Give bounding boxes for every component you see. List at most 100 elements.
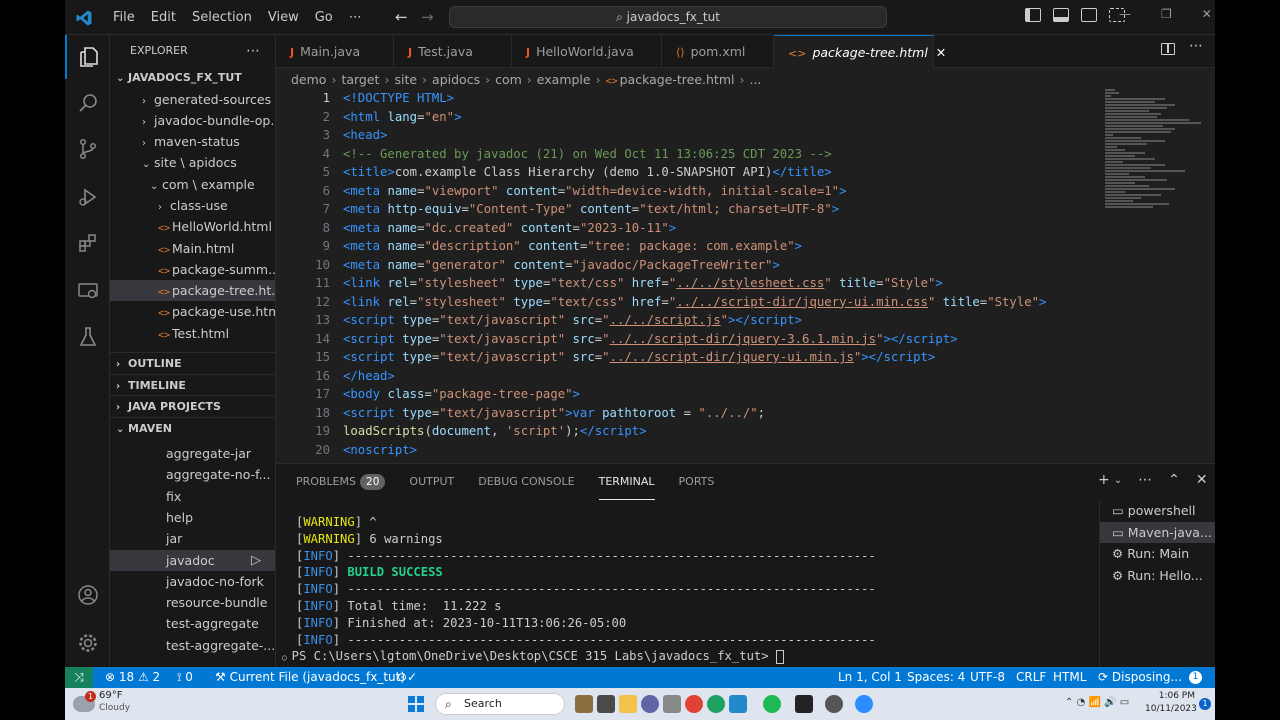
code-line[interactable]: <link rel="stylesheet" type="text/css" h… (343, 276, 943, 290)
breadcrumb-item[interactable]: example (537, 72, 591, 87)
remote-explorer-icon[interactable] (65, 269, 110, 313)
teams-icon[interactable] (641, 695, 659, 713)
current-file-status[interactable]: ⚒ Current File (javadocs_fx_tut) (215, 667, 405, 688)
minimize-icon[interactable]: — (1119, 7, 1131, 21)
maven-goal[interactable]: javadoc-no-fork (110, 571, 275, 592)
minimap[interactable] (1105, 89, 1203, 239)
section-timeline[interactable]: › TIMELINE (110, 373, 275, 396)
restore-icon[interactable]: ❐ (1161, 7, 1172, 21)
tab-problems[interactable]: PROBLEMS 20 (296, 464, 386, 500)
explorer-icon[interactable] (65, 35, 110, 79)
task-view-icon[interactable] (597, 695, 615, 713)
code-line[interactable]: <title>com.example Class Hierarchy (demo… (343, 165, 832, 179)
tree-file[interactable]: <> package-summ... (110, 259, 275, 280)
section-maven[interactable]: ⌄ MAVEN (110, 416, 275, 439)
spotify-icon[interactable] (763, 695, 781, 713)
manage-gear-icon[interactable] (65, 621, 110, 665)
breadcrumb-item[interactable]: site (394, 72, 417, 87)
indentation[interactable]: Spaces: 4 (907, 667, 965, 688)
breadcrumb-item[interactable]: ... (749, 72, 761, 87)
workspace-root[interactable]: ⌄ JAVADOCS_FX_TUT (110, 67, 275, 89)
check-icon[interactable]: ⊙✓ (397, 667, 417, 688)
file-explorer-icon[interactable] (619, 695, 637, 713)
cursor-position[interactable]: Ln 1, Col 1 (838, 667, 902, 688)
code-line[interactable]: </head> (343, 369, 395, 383)
code-line[interactable]: <script type="text/javascript" src="../.… (343, 332, 958, 346)
breadcrumb-item[interactable]: target (341, 72, 379, 87)
new-terminal-icon[interactable]: + (1098, 472, 1110, 488)
menu-edit[interactable]: Edit (143, 0, 184, 35)
tab-ports[interactable]: PORTS (679, 464, 715, 500)
maven-goal[interactable]: aggregate-no-f... (110, 464, 275, 485)
code-line[interactable]: <!-- Generated by javadoc (21) on Wed Oc… (343, 147, 832, 161)
tab-debug-console[interactable]: DEBUG CONSOLE (478, 464, 574, 500)
clock-date[interactable]: 10/11/2023 (1145, 704, 1197, 714)
maven-goal[interactable]: help (110, 507, 275, 528)
toggle-secondary-sidebar-icon[interactable] (1081, 8, 1097, 22)
maven-goal[interactable]: aggregate-jar (110, 443, 275, 464)
toggle-panel-icon[interactable] (1053, 8, 1069, 22)
breadcrumb-item[interactable]: apidocs (432, 72, 480, 87)
menu-selection[interactable]: Selection (184, 0, 260, 35)
code-line[interactable]: <meta name="dc.created" content="2023-10… (343, 221, 676, 235)
close-panel-icon[interactable]: ✕ (1196, 472, 1208, 488)
mail-icon[interactable] (663, 695, 681, 713)
tab-test-java[interactable]: J Test.java (394, 35, 512, 68)
code-line[interactable]: <script type="text/javascript" src="../.… (343, 350, 935, 364)
chrome-icon[interactable] (685, 695, 703, 713)
run-goal-icon[interactable]: ▷ (251, 550, 261, 571)
menu-more[interactable]: ⋯ (341, 0, 370, 35)
terminal-instance[interactable]: ⚙ Run: Hello... (1100, 565, 1215, 587)
menu-go[interactable]: Go (307, 0, 341, 35)
problems-status[interactable]: ⊗ 18 ⚠ 2 (105, 667, 160, 688)
tree-folder[interactable]: ⌄ com \ example (110, 174, 275, 195)
source-control-icon[interactable] (65, 127, 110, 171)
widget-image-icon[interactable] (575, 695, 593, 713)
back-arrow-icon[interactable]: ← (395, 8, 408, 26)
tree-file[interactable]: <> package-tree.ht... (110, 280, 275, 302)
maximize-panel-icon[interactable]: ⌃ (1168, 472, 1180, 488)
terminal-instance[interactable]: ⚙ Run: Main (1100, 543, 1215, 565)
toggle-primary-sidebar-icon[interactable] (1025, 8, 1041, 22)
settings-taskbar-icon[interactable] (825, 695, 843, 713)
taskbar-search[interactable]: ⌕ Search (435, 693, 565, 715)
code-line[interactable]: <html lang="en"> (343, 110, 462, 124)
remote-indicator-icon[interactable]: ⤨ (65, 667, 93, 688)
tree-folder[interactable]: › generated-sources (110, 89, 275, 110)
tab-output[interactable]: OUTPUT (409, 464, 454, 500)
breadcrumb-item[interactable]: package-tree.html (620, 72, 735, 87)
testing-icon[interactable] (65, 315, 110, 359)
code-line[interactable]: <noscript> (343, 443, 417, 457)
task-status[interactable]: ⟳ Disposing... (1098, 667, 1182, 688)
code-line[interactable]: <script type="text/javascript">var patht… (343, 406, 765, 420)
tab-main-java[interactable]: J Main.java (276, 35, 394, 68)
command-center-search[interactable]: ⌕ javadocs_fx_tut (449, 6, 887, 28)
terminal-instance[interactable]: ▭ powershell (1100, 500, 1215, 522)
tab-helloworld-java[interactable]: J HelloWorld.java (512, 35, 662, 68)
system-tray-icons[interactable]: ⌃ ◔ 📶 🔊 ▭ (1065, 697, 1129, 708)
split-editor-icon[interactable] (1161, 43, 1175, 55)
breadcrumb-item[interactable]: demo (291, 72, 326, 87)
tree-folder[interactable]: ⌄ site \ apidocs (110, 152, 275, 173)
terminal-instance[interactable]: ▭ Maven-java... (1100, 521, 1215, 543)
maven-goal[interactable]: test-aggregate-... (110, 635, 275, 656)
editor-more-icon[interactable]: ⋯ (1189, 38, 1203, 54)
code-line[interactable]: <body class="package-tree-page"> (343, 387, 580, 401)
terminal-prompt[interactable]: ○ PS C:\Users\lgtom\OneDrive\Desktop\CSC… (282, 648, 1096, 667)
code-line[interactable]: <!DOCTYPE HTML> (343, 91, 454, 105)
tree-file[interactable]: <> package-use.html (110, 301, 275, 322)
tree-folder[interactable]: › javadoc-bundle-op... (110, 110, 275, 131)
accounts-icon[interactable] (65, 573, 110, 617)
terminal-taskbar-icon[interactable] (795, 695, 813, 713)
chrome-profile-icon[interactable] (707, 695, 725, 713)
section-java-projects[interactable]: › JAVA PROJECTS (110, 395, 275, 417)
code-editor[interactable]: 1 <!DOCTYPE HTML> 2 <html lang="en"> 3 <head>… (276, 89, 1106, 463)
tree-file[interactable]: <> HelloWorld.html (110, 216, 275, 237)
chevron-down-icon[interactable]: ⌄ (1114, 475, 1122, 488)
run-debug-icon[interactable] (65, 175, 110, 219)
more-actions-icon[interactable]: ⋯ (1138, 472, 1152, 488)
maven-goal[interactable]: fix (110, 486, 275, 507)
maven-goal[interactable]: jar (110, 528, 275, 549)
code-line[interactable]: <head> (343, 128, 387, 142)
code-line[interactable]: <meta name="viewport" content="width=dev… (343, 184, 847, 198)
